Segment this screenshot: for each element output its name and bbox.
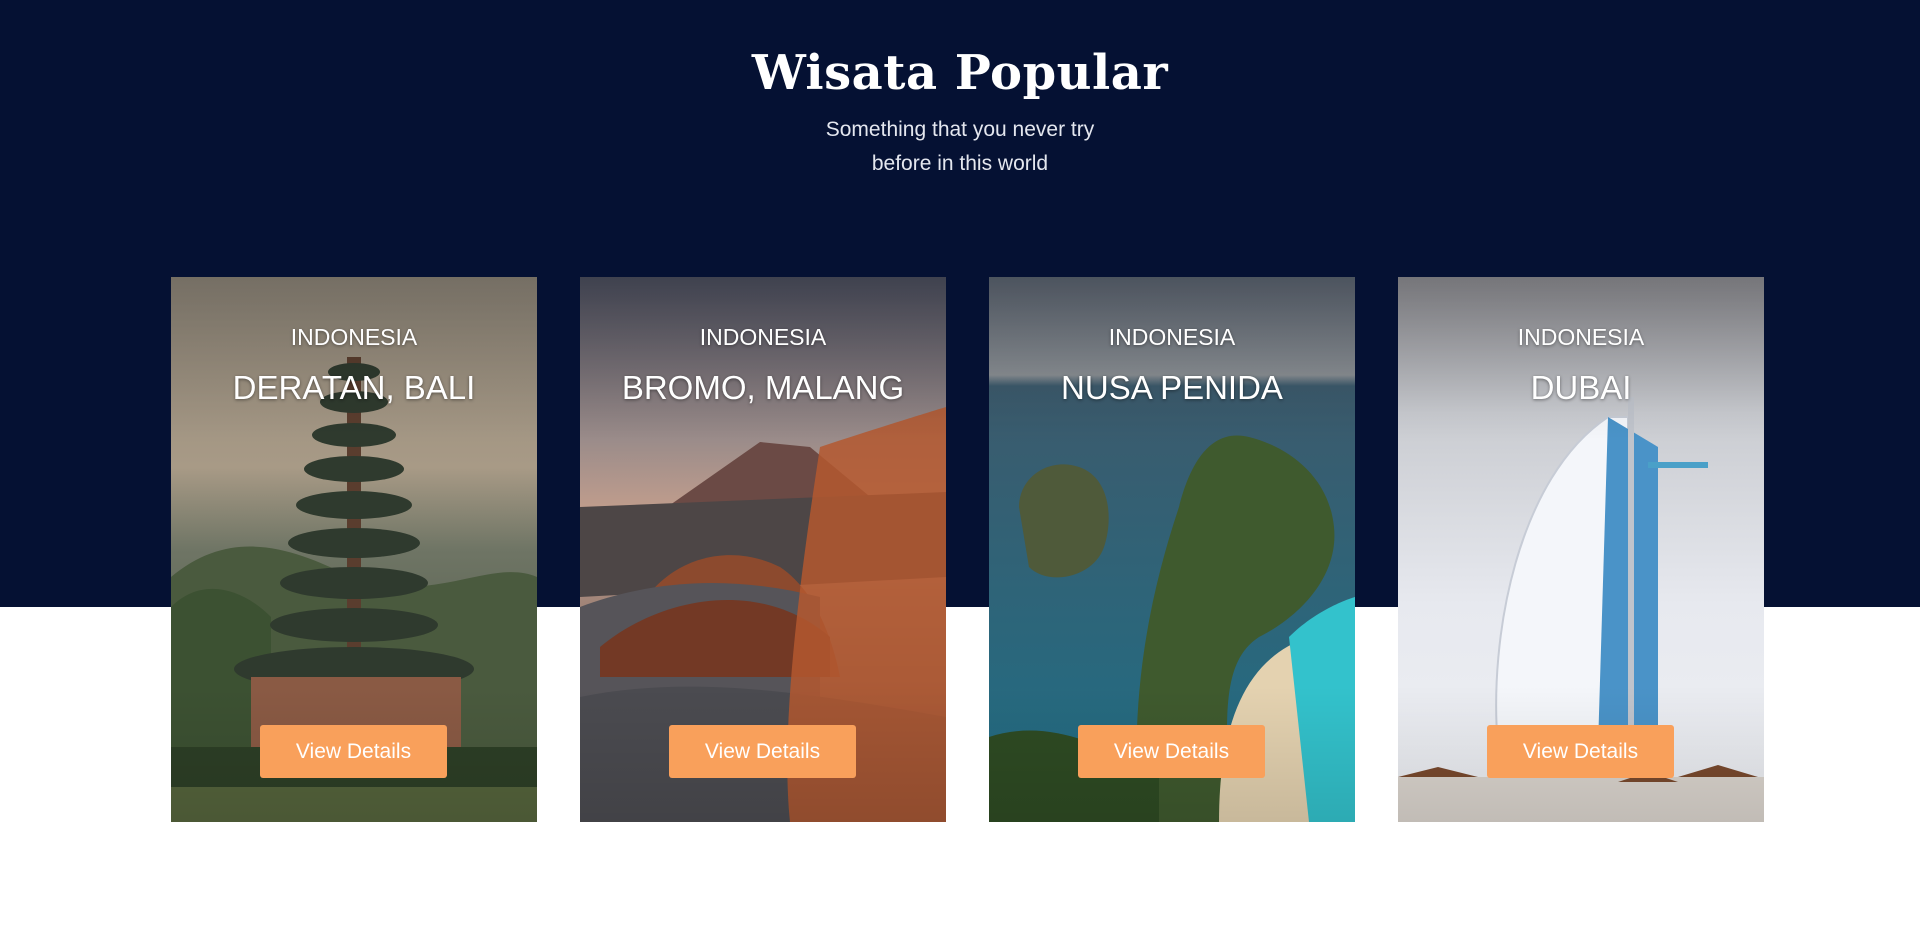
view-details-button[interactable]: View Details [1078,725,1265,778]
card-country: INDONESIA [1108,324,1236,350]
destination-card-dubai: INDONESIA DUBAI View Details [1398,277,1764,822]
card-place: NUSA PENIDA [1061,369,1283,406]
view-details-button[interactable]: View Details [669,725,856,778]
section-subtitle: Something that you never try before in t… [825,118,1095,175]
section-title: Wisata Popular [751,45,1169,101]
destination-cards: INDONESIA DERATAN, BALI View Details IND… [0,277,1920,822]
card-country: INDONESIA [1517,324,1645,350]
card-place: DUBAI [1530,369,1632,406]
view-details-button[interactable]: View Details [260,725,447,778]
destination-card-bromo-malang: INDONESIA BROMO, MALANG View Details [580,277,946,822]
card-place: BROMO, MALANG [621,369,905,406]
card-place: DERATAN, BALI [232,369,476,406]
card-country: INDONESIA [290,324,418,350]
view-details-button[interactable]: View Details [1487,725,1674,778]
card-country: INDONESIA [699,324,827,350]
destination-card-deratan-bali: INDONESIA DERATAN, BALI View Details [171,277,537,822]
destination-card-nusa-penida: INDONESIA NUSA PENIDA View Details [989,277,1355,822]
